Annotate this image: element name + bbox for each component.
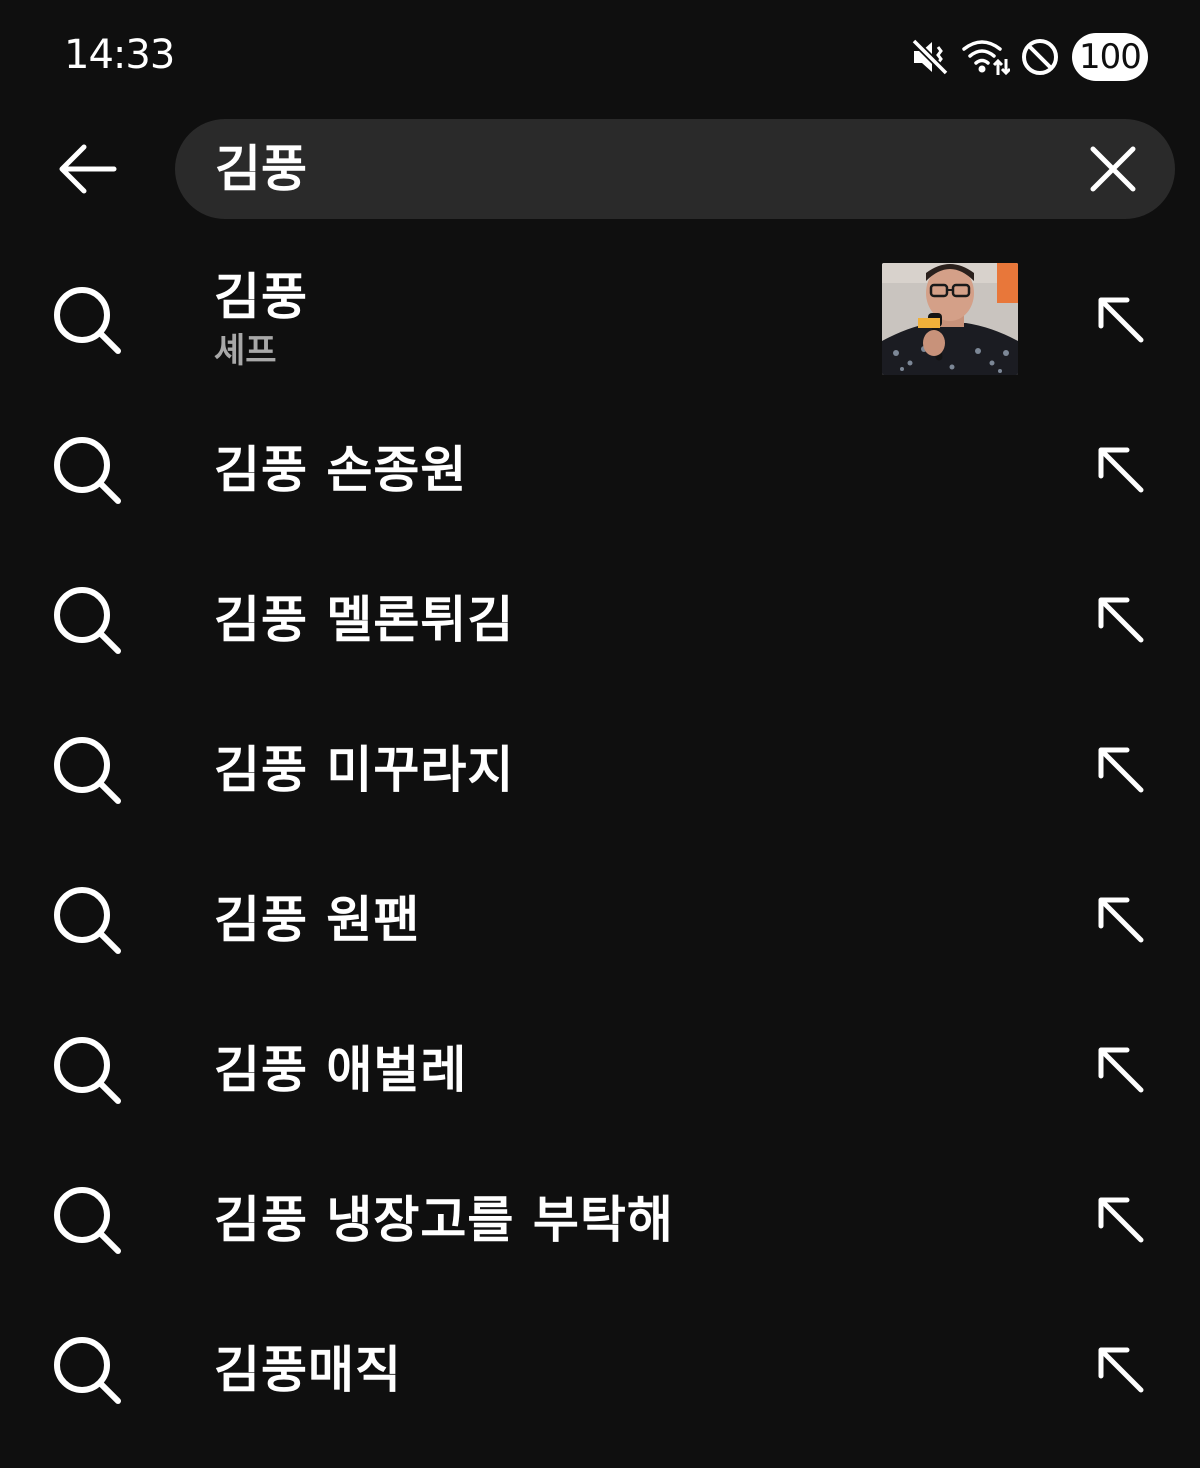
suggestion-list: 김풍 셰프 김풍 손종원 김풍 멜론튀김 김풍 미꾸라지 김풍 원팬 김풍 애벌… <box>0 245 1200 1445</box>
suggestion-title: 김풍 애벌레 <box>214 1041 468 1099</box>
arrow-up-left-icon <box>1098 1197 1144 1243</box>
suggestion-item[interactable]: 김풍 손종원 <box>0 395 1200 545</box>
search-icon <box>54 887 121 954</box>
suggestion-title: 김풍 <box>214 268 308 326</box>
fill-query-button[interactable] <box>1088 887 1154 953</box>
suggestion-text: 김풍 미꾸라지 <box>214 695 514 845</box>
arrow-up-left-icon <box>1098 447 1144 493</box>
suggestion-subtitle: 셰프 <box>214 331 277 371</box>
suggestion-text: 김풍매직 <box>214 1295 402 1445</box>
suggestion-text: 김풍 냉장고를 부탁해 <box>214 1145 674 1295</box>
arrow-left-icon <box>59 144 117 194</box>
fill-query-button[interactable] <box>1088 437 1154 503</box>
suggestion-item[interactable]: 김풍 셰프 <box>0 245 1200 395</box>
suggestion-item[interactable]: 김풍매직 <box>0 1295 1200 1445</box>
suggestion-title: 김풍 멜론튀김 <box>214 591 515 649</box>
status-icons: 100 <box>910 30 1148 84</box>
battery-indicator: 100 <box>1072 33 1148 81</box>
close-icon <box>1090 146 1136 192</box>
suggestion-title: 김풍 원팬 <box>214 891 421 949</box>
search-icon <box>54 737 121 804</box>
fill-query-button[interactable] <box>1088 1337 1154 1403</box>
arrow-up-left-icon <box>1098 897 1144 943</box>
vibrate-icon <box>910 37 950 77</box>
search-icon <box>54 1037 121 1104</box>
fill-query-button[interactable] <box>1088 1187 1154 1253</box>
search-icon <box>54 287 121 354</box>
suggestion-title: 김풍 냉장고를 부탁해 <box>214 1191 674 1249</box>
arrow-up-left-icon <box>1098 1047 1144 1093</box>
arrow-up-left-icon <box>1098 1347 1144 1393</box>
suggestion-text: 김풍 애벌레 <box>214 995 467 1145</box>
clear-button[interactable] <box>1079 135 1147 203</box>
wifi-icon <box>962 40 1010 76</box>
fill-query-button[interactable] <box>1088 287 1154 353</box>
search-icon <box>54 1337 121 1404</box>
do-not-disturb-icon <box>1022 39 1058 75</box>
suggestion-text: 김풍 원팬 <box>214 845 420 995</box>
suggestion-text: 김풍 멜론튀김 <box>214 545 514 695</box>
suggestion-item[interactable]: 김풍 원팬 <box>0 845 1200 995</box>
status-bar: 14:33 100 <box>0 0 1200 110</box>
suggestion-title: 김풍매직 <box>214 1341 402 1399</box>
fill-query-button[interactable] <box>1088 1037 1154 1103</box>
suggestion-item[interactable]: 김풍 미꾸라지 <box>0 695 1200 845</box>
search-box[interactable] <box>175 119 1175 219</box>
suggestion-item[interactable]: 김풍 애벌레 <box>0 995 1200 1145</box>
search-icon <box>54 1187 121 1254</box>
back-button[interactable] <box>46 130 128 208</box>
suggestion-title: 김풍 미꾸라지 <box>214 741 515 799</box>
suggestion-item[interactable]: 김풍 멜론튀김 <box>0 545 1200 695</box>
suggestion-thumbnail <box>882 263 1018 375</box>
suggestion-title: 김풍 손종원 <box>214 441 468 499</box>
search-icon <box>54 437 121 504</box>
arrow-up-left-icon <box>1098 297 1144 343</box>
arrow-up-left-icon <box>1098 747 1144 793</box>
fill-query-button[interactable] <box>1088 587 1154 653</box>
fill-query-button[interactable] <box>1088 737 1154 803</box>
suggestion-text: 김풍 손종원 <box>214 395 467 545</box>
suggestion-item[interactable]: 김풍 냉장고를 부탁해 <box>0 1145 1200 1295</box>
suggestion-text: 김풍 셰프 <box>214 245 308 395</box>
search-input[interactable] <box>215 119 1075 219</box>
status-time: 14:33 <box>64 32 175 78</box>
search-icon <box>54 587 121 654</box>
arrow-up-left-icon <box>1098 597 1144 643</box>
search-header <box>0 118 1200 220</box>
